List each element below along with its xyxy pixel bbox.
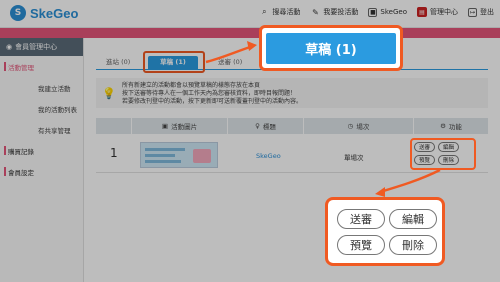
arrow-to-actions-callout (379, 168, 441, 194)
arrow-to-tab-callout (205, 44, 254, 64)
zoom-submit-review-button[interactable]: 送審 (337, 209, 385, 229)
zoom-delete-button[interactable]: 刪除 (389, 235, 437, 255)
zoom-edit-button[interactable]: 編輯 (389, 209, 437, 229)
zoom-preview-button[interactable]: 預覽 (337, 235, 385, 255)
actions-zoom-callout: 送審 編輯 預覽 刪除 (325, 197, 445, 266)
arrow-head-icon (247, 41, 257, 51)
draft-tab-zoom-label: 草稿 (1) (266, 33, 396, 64)
draft-tab-zoom-callout: 草稿 (1) (259, 25, 403, 71)
arrow-head-icon (375, 187, 385, 197)
